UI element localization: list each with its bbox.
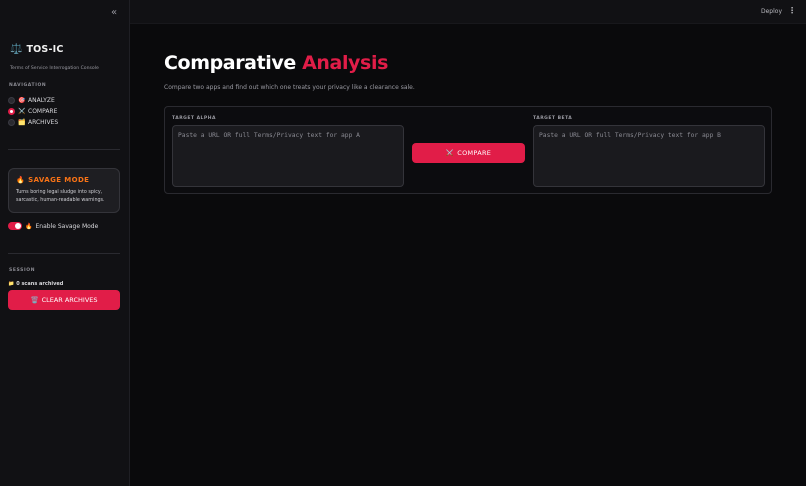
navigation-label: NAVIGATION	[9, 83, 47, 88]
compare-label: COMPARE	[457, 149, 492, 157]
page-title-plain: Comparative	[164, 52, 296, 74]
more-menu-icon[interactable]: ⋮	[788, 6, 796, 15]
savage-mode-description: Turns boring legal sludge into spicy, sa…	[16, 190, 105, 203]
nav-item-analyze[interactable]: 🎯 ANALYZE	[8, 96, 55, 105]
savage-mode-card: 🔥 SAVAGE MODE Turns boring legal sludge …	[8, 168, 120, 213]
toggle-label: Enable Savage Mode	[35, 222, 99, 230]
target-alpha-input[interactable]: Paste a URL OR full Terms/Privacy text f…	[172, 125, 404, 187]
target-icon: 🎯	[18, 97, 26, 104]
deploy-button[interactable]: Deploy	[761, 8, 782, 15]
comparison-panel: TARGET ALPHA Paste a URL OR full Terms/P…	[164, 106, 772, 194]
page-description: Compare two apps and find out which one …	[164, 84, 415, 91]
session-label: SESSION	[9, 268, 36, 273]
scans-text: 0 scans archived	[16, 281, 64, 287]
nav-label-analyze: ANALYZE	[28, 97, 55, 104]
nav-item-archives[interactable]: 🗂️ ARCHIVES	[8, 118, 58, 127]
crossed-swords-icon: ⚔️	[445, 149, 455, 157]
card-index-icon: 🗂️	[18, 119, 26, 126]
scans-count: 📁 0 scans archived	[8, 281, 63, 287]
nav-label-compare: COMPARE	[28, 108, 58, 115]
nav-label-archives: ARCHIVES	[28, 119, 59, 126]
fire-icon: 🔥	[25, 222, 33, 230]
folder-icon: 📁	[8, 281, 15, 287]
clear-archives-button[interactable]: 🗑️ CLEAR ARCHIVES	[8, 290, 120, 310]
page-title: Comparative Analysis	[164, 52, 388, 74]
scales-icon: ⚖️	[10, 44, 23, 55]
savage-mode-toggle-row[interactable]: 🔥 Enable Savage Mode	[8, 222, 98, 230]
savage-mode-title: 🔥 SAVAGE MODE	[16, 176, 112, 184]
divider	[8, 149, 120, 150]
top-bar: Deploy ⋮	[130, 0, 806, 24]
radio-archives[interactable]	[8, 119, 15, 126]
sidebar: « ⚖️ TOS-IC Terms of Service Interrogati…	[0, 0, 130, 486]
target-alpha-label: TARGET ALPHA	[172, 116, 216, 121]
fire-icon: 🔥	[16, 176, 26, 184]
radio-compare[interactable]	[8, 108, 15, 115]
page-title-accent: Analysis	[302, 52, 388, 74]
compare-button[interactable]: ⚔️ COMPARE	[412, 143, 525, 163]
collapse-sidebar-icon[interactable]: «	[108, 8, 120, 18]
target-beta-input[interactable]: Paste a URL OR full Terms/Privacy text f…	[533, 125, 765, 187]
target-beta-label: TARGET BETA	[533, 116, 573, 121]
brand-subtitle: Terms of Service Interrogation Console	[10, 66, 99, 71]
brand-title: TOS-IC	[26, 44, 64, 55]
trash-icon: 🗑️	[30, 296, 39, 304]
brand: ⚖️ TOS-IC	[10, 44, 64, 55]
savage-mode-toggle[interactable]	[8, 222, 22, 230]
nav-item-compare[interactable]: ⚔️ COMPARE	[8, 107, 57, 116]
crossed-swords-icon: ⚔️	[18, 108, 26, 115]
radio-analyze[interactable]	[8, 97, 15, 104]
savage-mode-heading: SAVAGE MODE	[28, 176, 90, 184]
divider	[8, 253, 120, 254]
clear-archives-label: CLEAR ARCHIVES	[41, 296, 98, 304]
